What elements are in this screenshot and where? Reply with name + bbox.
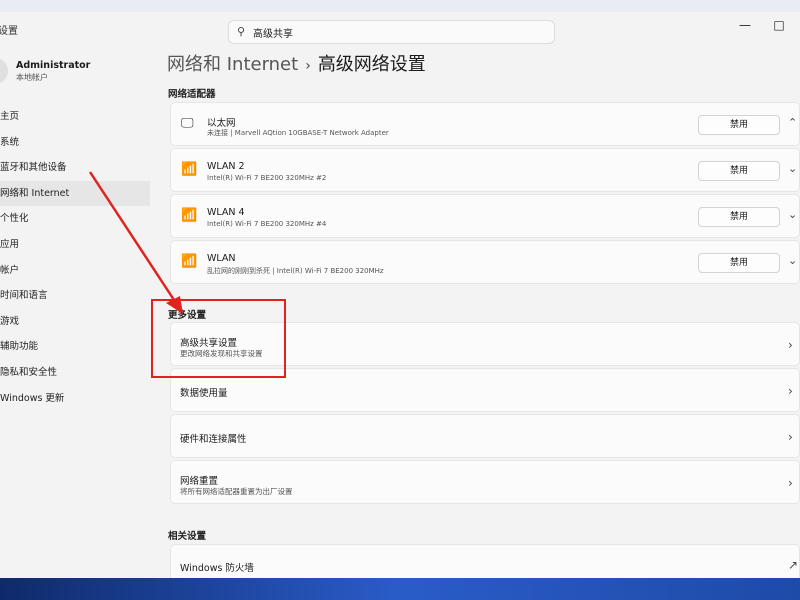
adapter-name: WLAN 2: [207, 161, 245, 172]
breadcrumb-parent[interactable]: 网络和 Internet: [167, 54, 298, 75]
chevron-down-icon[interactable]: ⌄: [788, 208, 797, 221]
adapter-desc: Intel(R) Wi-Fi 7 BE200 320MHz #4: [207, 220, 327, 228]
adapter-card-wlan2[interactable]: 📶 WLAN 2 Intel(R) Wi-Fi 7 BE200 320MHz #…: [170, 148, 800, 192]
link-title: 网络重置: [180, 476, 219, 487]
taskbar: [0, 578, 800, 600]
window-top-edge: [0, 0, 800, 12]
app-title: 设置: [0, 26, 18, 37]
chevron-up-icon[interactable]: ⌃: [788, 116, 797, 129]
disable-button[interactable]: 禁用: [698, 115, 780, 135]
avatar: [0, 58, 8, 84]
user-account-type: 本地帐户: [16, 73, 48, 82]
adapter-desc: Intel(R) Wi-Fi 7 BE200 320MHz #2: [207, 174, 327, 182]
sidebar-item-windows-update[interactable]: Windows 更新: [0, 386, 150, 412]
search-icon: ⚲: [237, 25, 246, 38]
chevron-right-icon: ›: [788, 384, 793, 398]
adapter-desc: 乱拉网的刚刚到杀死 | Intel(R) Wi-Fi 7 BE200 320MH…: [207, 267, 384, 275]
adapter-name: WLAN 4: [207, 207, 245, 218]
sidebar-item-system[interactable]: 系统: [0, 130, 150, 156]
link-subtitle: 将所有网络适配器重置为出厂设置: [180, 487, 293, 496]
adapter-card-wlan[interactable]: 📶 WLAN 乱拉网的刚刚到杀死 | Intel(R) Wi-Fi 7 BE20…: [170, 240, 800, 284]
breadcrumb: 网络和 Internet › 高级网络设置: [167, 50, 426, 76]
search-box[interactable]: ⚲: [228, 20, 555, 44]
sidebar-item-gaming[interactable]: 游戏: [0, 309, 150, 335]
sidebar-item-home[interactable]: 主页: [0, 104, 150, 130]
wifi-icon: 📶: [181, 254, 198, 269]
sidebar-item-privacy[interactable]: 隐私和安全性: [0, 360, 150, 386]
adapter-card-ethernet[interactable]: 🖵 以太网 未连接 | Marvell AQtion 10GBASE-T Net…: [170, 102, 800, 146]
link-title: 数据使用量: [180, 388, 228, 399]
breadcrumb-separator: ›: [305, 58, 311, 74]
hardware-properties-link[interactable]: 硬件和连接属性 ›: [170, 414, 800, 458]
sidebar-nav: 主页 系统 蓝牙和其他设备 网络和 Internet 个性化 应用 帐户 时间和…: [0, 104, 150, 411]
maximize-button[interactable]: □: [769, 18, 789, 32]
user-name: Administrator: [16, 60, 91, 71]
sidebar-item-personalization[interactable]: 个性化: [0, 206, 150, 232]
sidebar-item-accessibility[interactable]: 辅助功能: [0, 334, 150, 360]
disable-button[interactable]: 禁用: [698, 161, 780, 181]
chevron-right-icon: ›: [788, 430, 793, 444]
chevron-down-icon[interactable]: ⌄: [788, 254, 797, 267]
chevron-right-icon: ›: [788, 476, 793, 490]
sidebar-item-network[interactable]: 网络和 Internet: [0, 180, 150, 207]
link-title: Windows 防火墙: [180, 563, 254, 574]
sidebar-item-time-language[interactable]: 时间和语言: [0, 283, 150, 309]
search-input[interactable]: [253, 24, 543, 40]
network-reset-link[interactable]: 网络重置 将所有网络适配器重置为出厂设置 ›: [170, 460, 800, 504]
page-title: 高级网络设置: [317, 54, 426, 75]
adapter-name: WLAN: [207, 253, 236, 264]
sidebar-item-accounts[interactable]: 帐户: [0, 258, 150, 284]
chevron-down-icon[interactable]: ⌄: [788, 162, 797, 175]
title-bar: 设置 ⚲ — □: [0, 12, 800, 46]
annotation-highlight-box: [151, 299, 286, 378]
settings-window: 设置 ⚲ — □ Administrator 本地帐户 主页 系统 蓝牙和其他设…: [0, 0, 800, 584]
adapter-card-wlan4[interactable]: 📶 WLAN 4 Intel(R) Wi-Fi 7 BE200 320MHz #…: [170, 194, 800, 238]
disable-button[interactable]: 禁用: [698, 207, 780, 227]
adapter-desc: 未连接 | Marvell AQtion 10GBASE-T Network A…: [207, 129, 389, 137]
disable-button[interactable]: 禁用: [698, 253, 780, 273]
adapter-name: 以太网: [207, 118, 236, 129]
ethernet-icon: 🖵: [181, 116, 194, 131]
link-title: 硬件和连接属性: [180, 434, 247, 445]
chevron-right-icon: ›: [788, 338, 793, 352]
wifi-icon: 📶: [181, 162, 198, 177]
section-title-adapters: 网络适配器: [168, 89, 216, 100]
sidebar-item-bluetooth[interactable]: 蓝牙和其他设备: [0, 155, 150, 181]
external-link-icon: ↗: [788, 558, 799, 572]
minimize-button[interactable]: —: [735, 18, 755, 32]
section-title-related: 相关设置: [168, 531, 207, 542]
wifi-icon: 📶: [181, 208, 198, 223]
sidebar-item-apps[interactable]: 应用: [0, 232, 150, 258]
